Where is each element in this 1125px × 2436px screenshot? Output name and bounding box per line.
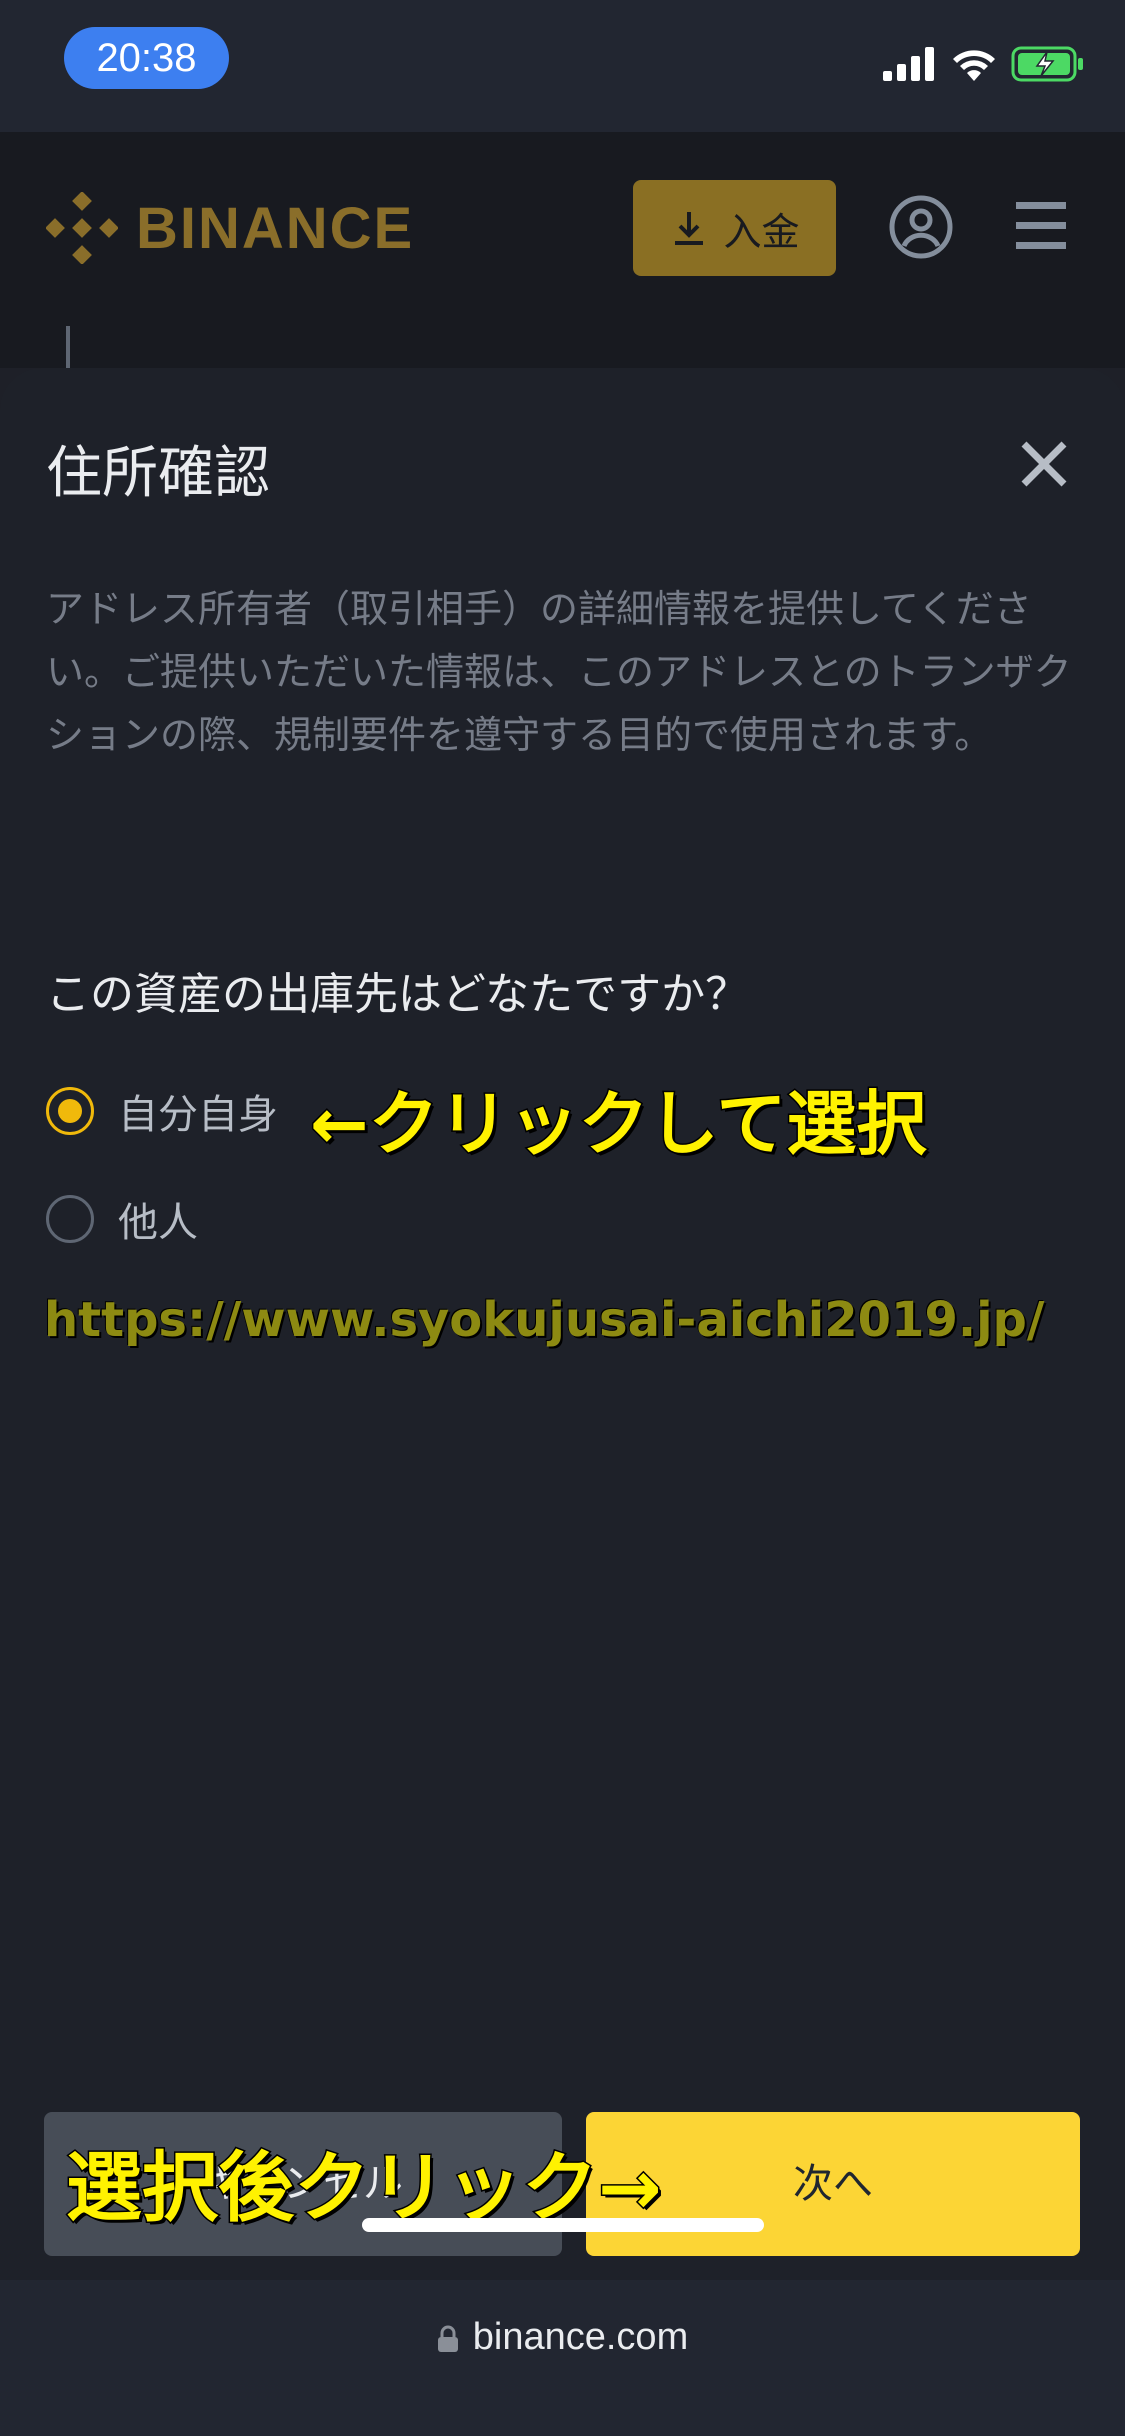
option-self-label: 自分自身: [118, 1092, 278, 1138]
binance-logo-icon: [46, 192, 118, 264]
download-icon: [675, 212, 704, 245]
lock-icon: [437, 2325, 458, 2352]
close-icon[interactable]: [1018, 438, 1070, 490]
watermark-url: https://www.syokujusai-aichi2019.jp/: [44, 1292, 1045, 1348]
destination-question: この資産の出庫先はどなたですか？: [46, 969, 750, 1020]
url-display[interactable]: binance.com: [0, 2316, 1125, 2359]
modal-title: 住所確認: [46, 441, 270, 506]
option-other-label: 他人: [118, 1200, 198, 1246]
radio-self[interactable]: [46, 1087, 94, 1135]
deposit-label: 入金: [723, 209, 800, 254]
logo-text: BINANCE: [136, 195, 415, 261]
wifi-icon: [953, 50, 995, 81]
status-bar: 20:38: [0, 0, 1125, 132]
hamburger-menu-icon[interactable]: [1016, 202, 1066, 250]
status-time: 20:38: [64, 27, 229, 89]
address-verification-modal: 住所確認 アドレス所有者（取引相手）の詳細情報を提供してください。ご提供いただい…: [0, 368, 1125, 2280]
account-icon[interactable]: [888, 194, 954, 260]
option-self[interactable]: 自分自身: [46, 1082, 278, 1140]
app-header: BINANCE 入金: [0, 132, 1125, 368]
modal-description: アドレス所有者（取引相手）の詳細情報を提供してください。ご提供いただいた情報は、…: [46, 587, 1072, 757]
annotation-click-to-select: ←クリックして選択: [309, 1082, 929, 1167]
browser-address-bar: binance.com: [0, 2280, 1125, 2436]
signal-icon: [883, 47, 934, 81]
deposit-button[interactable]: 入金: [633, 180, 836, 276]
radio-other[interactable]: [46, 1195, 94, 1243]
home-indicator[interactable]: [362, 2218, 764, 2232]
binance-logo[interactable]: BINANCE: [46, 192, 414, 264]
option-other[interactable]: 他人: [46, 1190, 198, 1248]
url-domain: binance.com: [472, 2316, 689, 2358]
battery-charging-icon: [1011, 46, 1083, 82]
status-icons: [883, 46, 1085, 82]
